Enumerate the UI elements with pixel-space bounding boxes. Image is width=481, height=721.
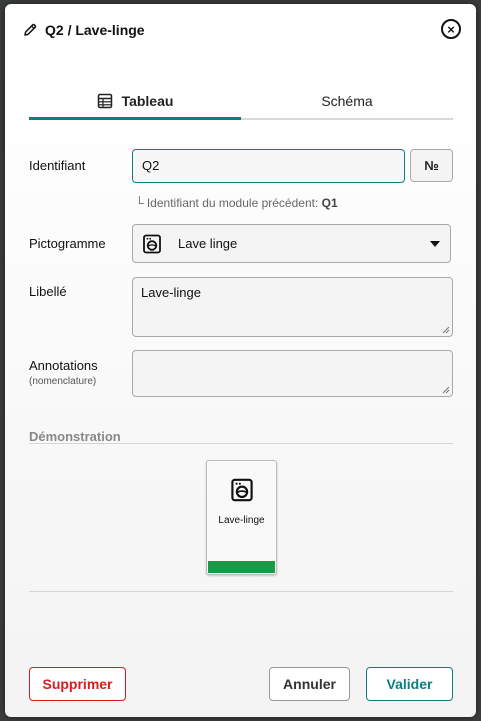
hint-value: Q1: [321, 196, 338, 210]
resize-grip-icon[interactable]: [442, 386, 450, 394]
demo-status-bar: [208, 561, 275, 573]
tab-schema-label: Schéma: [321, 93, 373, 109]
annotations-sublabel: (nomenclature): [29, 376, 97, 387]
demo-section-title: Démonstration: [29, 429, 121, 444]
libelle-textarea[interactable]: Lave-linge: [132, 277, 453, 337]
identifiant-value: Q2: [142, 158, 160, 173]
validate-button[interactable]: Valider: [366, 667, 453, 701]
washing-machine-icon: [231, 478, 253, 502]
tab-tableau-label: Tableau: [121, 93, 174, 109]
number-button[interactable]: №: [410, 149, 453, 182]
previous-module-hint: └ Identifiant du module précédent: Q1: [135, 196, 338, 210]
libelle-value: Lave-linge: [141, 285, 201, 300]
pictogramme-value: Lave linge: [178, 236, 238, 251]
identifiant-input[interactable]: Q2: [132, 149, 405, 183]
demo-card-label: Lave-linge: [218, 515, 265, 526]
dialog-title: Q2 / Lave-linge: [45, 22, 145, 38]
edit-module-dialog: Q2 / Lave-linge × Tableau Schéma Identif…: [5, 4, 476, 717]
tab-divider: [241, 118, 453, 120]
cancel-button[interactable]: Annuler: [269, 667, 350, 701]
chevron-down-icon: [430, 241, 440, 247]
tab-schema[interactable]: Schéma: [241, 84, 453, 118]
libelle-label: Libellé: [29, 284, 67, 299]
annotations-textarea[interactable]: [132, 350, 453, 397]
delete-button[interactable]: Supprimer: [29, 667, 126, 701]
close-icon[interactable]: ×: [441, 19, 461, 39]
demo-divider: [29, 443, 453, 444]
pictogramme-label: Pictogramme: [29, 236, 106, 251]
resize-grip-icon[interactable]: [442, 326, 450, 334]
active-tab-indicator: [29, 117, 241, 120]
identifiant-label: Identifiant: [29, 158, 86, 173]
tab-bar: Tableau Schéma: [29, 84, 453, 120]
annotations-label: Annotations: [29, 358, 98, 373]
footer-divider: [29, 591, 453, 592]
table-icon: [97, 93, 112, 109]
pictogramme-select[interactable]: Lave linge: [132, 224, 451, 263]
demo-module-card: Lave-linge: [206, 460, 277, 575]
hint-text: └ Identifiant du module précédent:: [135, 196, 322, 210]
washing-machine-icon: [143, 234, 161, 253]
pencil-icon: [24, 23, 37, 36]
dialog-header: Q2 / Lave-linge ×: [5, 4, 476, 56]
tab-tableau[interactable]: Tableau: [29, 84, 241, 118]
